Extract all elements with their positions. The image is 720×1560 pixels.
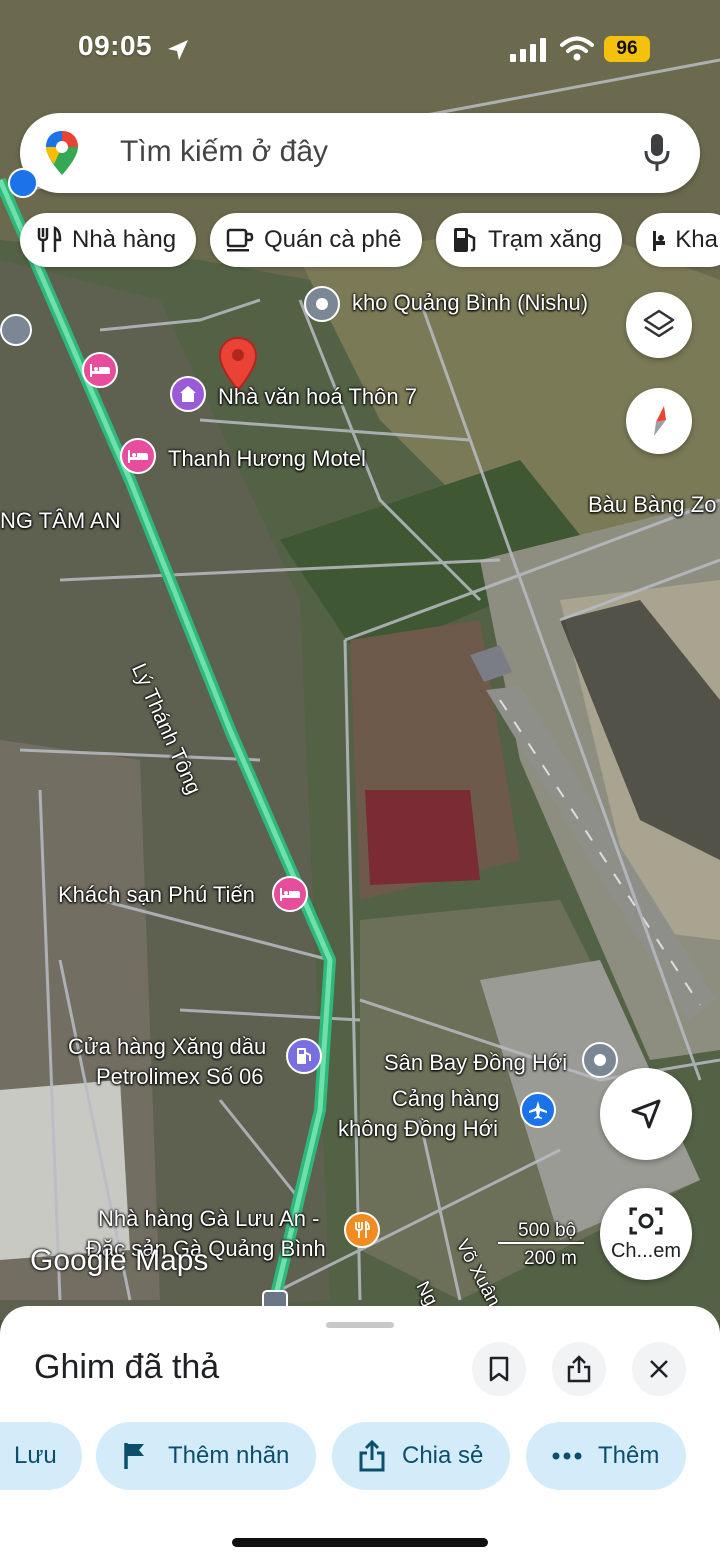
save-pill-button[interactable]: Lưu (0, 1422, 82, 1490)
poi-label: Cảng hàng (392, 1086, 500, 1111)
chip-label: Quán cà phê (264, 226, 402, 253)
status-time: 09:05 (78, 30, 153, 61)
google-maps-logo-icon (46, 131, 78, 175)
add-label-button[interactable]: Thêm nhãn (96, 1422, 316, 1490)
compass-button[interactable] (626, 388, 692, 454)
hotel-poi-icon[interactable] (82, 352, 118, 388)
chip-coffee[interactable]: Quán cà phê (210, 213, 422, 267)
chip-label: Kha (675, 226, 718, 253)
pill-label: Lưu (14, 1442, 57, 1469)
share-button[interactable] (552, 1342, 606, 1396)
hotel-poi-icon[interactable] (120, 438, 156, 474)
layers-button[interactable] (626, 292, 692, 358)
search-input[interactable]: Tìm kiếm ở đây (120, 135, 328, 169)
close-icon (650, 1360, 668, 1378)
chip-label: Nhà hàng (72, 226, 177, 253)
chip-label: Trạm xăng (488, 226, 602, 253)
restaurant-icon (37, 226, 62, 252)
wifi-icon (560, 36, 594, 61)
sheet-title: Ghim đã thả (34, 1348, 220, 1386)
more-button[interactable]: Thêm (526, 1422, 686, 1490)
my-location-button[interactable] (600, 1068, 692, 1160)
chip-gas-stations[interactable]: Trạm xăng (436, 213, 622, 267)
microphone-icon[interactable] (644, 133, 670, 173)
scale-metric: 200 m (524, 1248, 577, 1269)
poi-label: Nhà văn hoá Thôn 7 (218, 384, 417, 409)
home-indicator (232, 1538, 488, 1547)
area-label: NG TÂM AN (0, 508, 121, 533)
gas-station-icon (454, 228, 476, 252)
camera-search-label: Ch...em (610, 1239, 682, 1262)
pill-label: Thêm nhãn (168, 1442, 290, 1469)
airport-poi-icon[interactable] (520, 1092, 556, 1128)
store-poi-icon[interactable] (8, 168, 38, 198)
flag-icon (124, 1443, 144, 1469)
restaurant-poi-icon[interactable] (344, 1212, 380, 1248)
layers-icon (643, 309, 675, 338)
cellular-signal-icon (510, 38, 546, 62)
poi-label: Khách sạn Phú Tiến (58, 882, 255, 907)
sheet-grabber[interactable] (326, 1322, 394, 1328)
camera-lens-icon (629, 1207, 663, 1234)
chip-hotels[interactable]: Kha (636, 213, 720, 267)
hotel-icon (653, 231, 666, 251)
bookmark-icon (489, 1356, 509, 1382)
gas-station-poi-icon[interactable] (286, 1038, 322, 1074)
place-poi-icon[interactable] (0, 314, 32, 346)
navigation-arrow-icon (631, 1099, 661, 1129)
poi-label: Nhà hàng Gà Lưu An - (98, 1206, 320, 1231)
place-poi-icon[interactable] (582, 1042, 618, 1078)
place-poi-icon[interactable] (304, 286, 340, 322)
scale-imperial: 500 bộ (518, 1220, 577, 1241)
scale-bar (498, 1242, 584, 1244)
poi-label: kho Quảng Bình (Nishu) (352, 290, 589, 315)
hotel-poi-icon[interactable] (272, 876, 308, 912)
poi-label: Petrolimex Số 06 (96, 1064, 264, 1089)
community-center-poi-icon[interactable] (170, 376, 206, 412)
camera-search-button[interactable]: Ch...em (600, 1188, 692, 1280)
poi-label: không Đồng Hới (338, 1116, 498, 1141)
google-maps-watermark: Google Maps (30, 1244, 209, 1277)
location-arrow-icon (168, 40, 188, 60)
pill-label: Chia sẻ (402, 1442, 484, 1469)
coffee-icon (226, 228, 254, 252)
pill-label: Thêm (598, 1442, 660, 1469)
chip-restaurants[interactable]: Nhà hàng (20, 213, 196, 267)
compass-icon (654, 406, 666, 436)
share-icon (359, 1440, 385, 1472)
poi-label: Cửa hàng Xăng dầu (68, 1034, 267, 1059)
area-label: Bàu Bàng Zo (588, 492, 717, 517)
search-bar[interactable]: Tìm kiếm ở đây (20, 113, 700, 193)
poi-label: Sân Bay Đồng Hới (384, 1050, 568, 1075)
more-icon (552, 1452, 582, 1460)
share-pill-button[interactable]: Chia sẻ (332, 1422, 510, 1490)
save-button[interactable] (472, 1342, 526, 1396)
share-icon (567, 1355, 591, 1383)
battery-indicator: 96 (604, 36, 650, 62)
poi-label: Thanh Hương Motel (168, 446, 366, 471)
close-button[interactable] (632, 1342, 686, 1396)
